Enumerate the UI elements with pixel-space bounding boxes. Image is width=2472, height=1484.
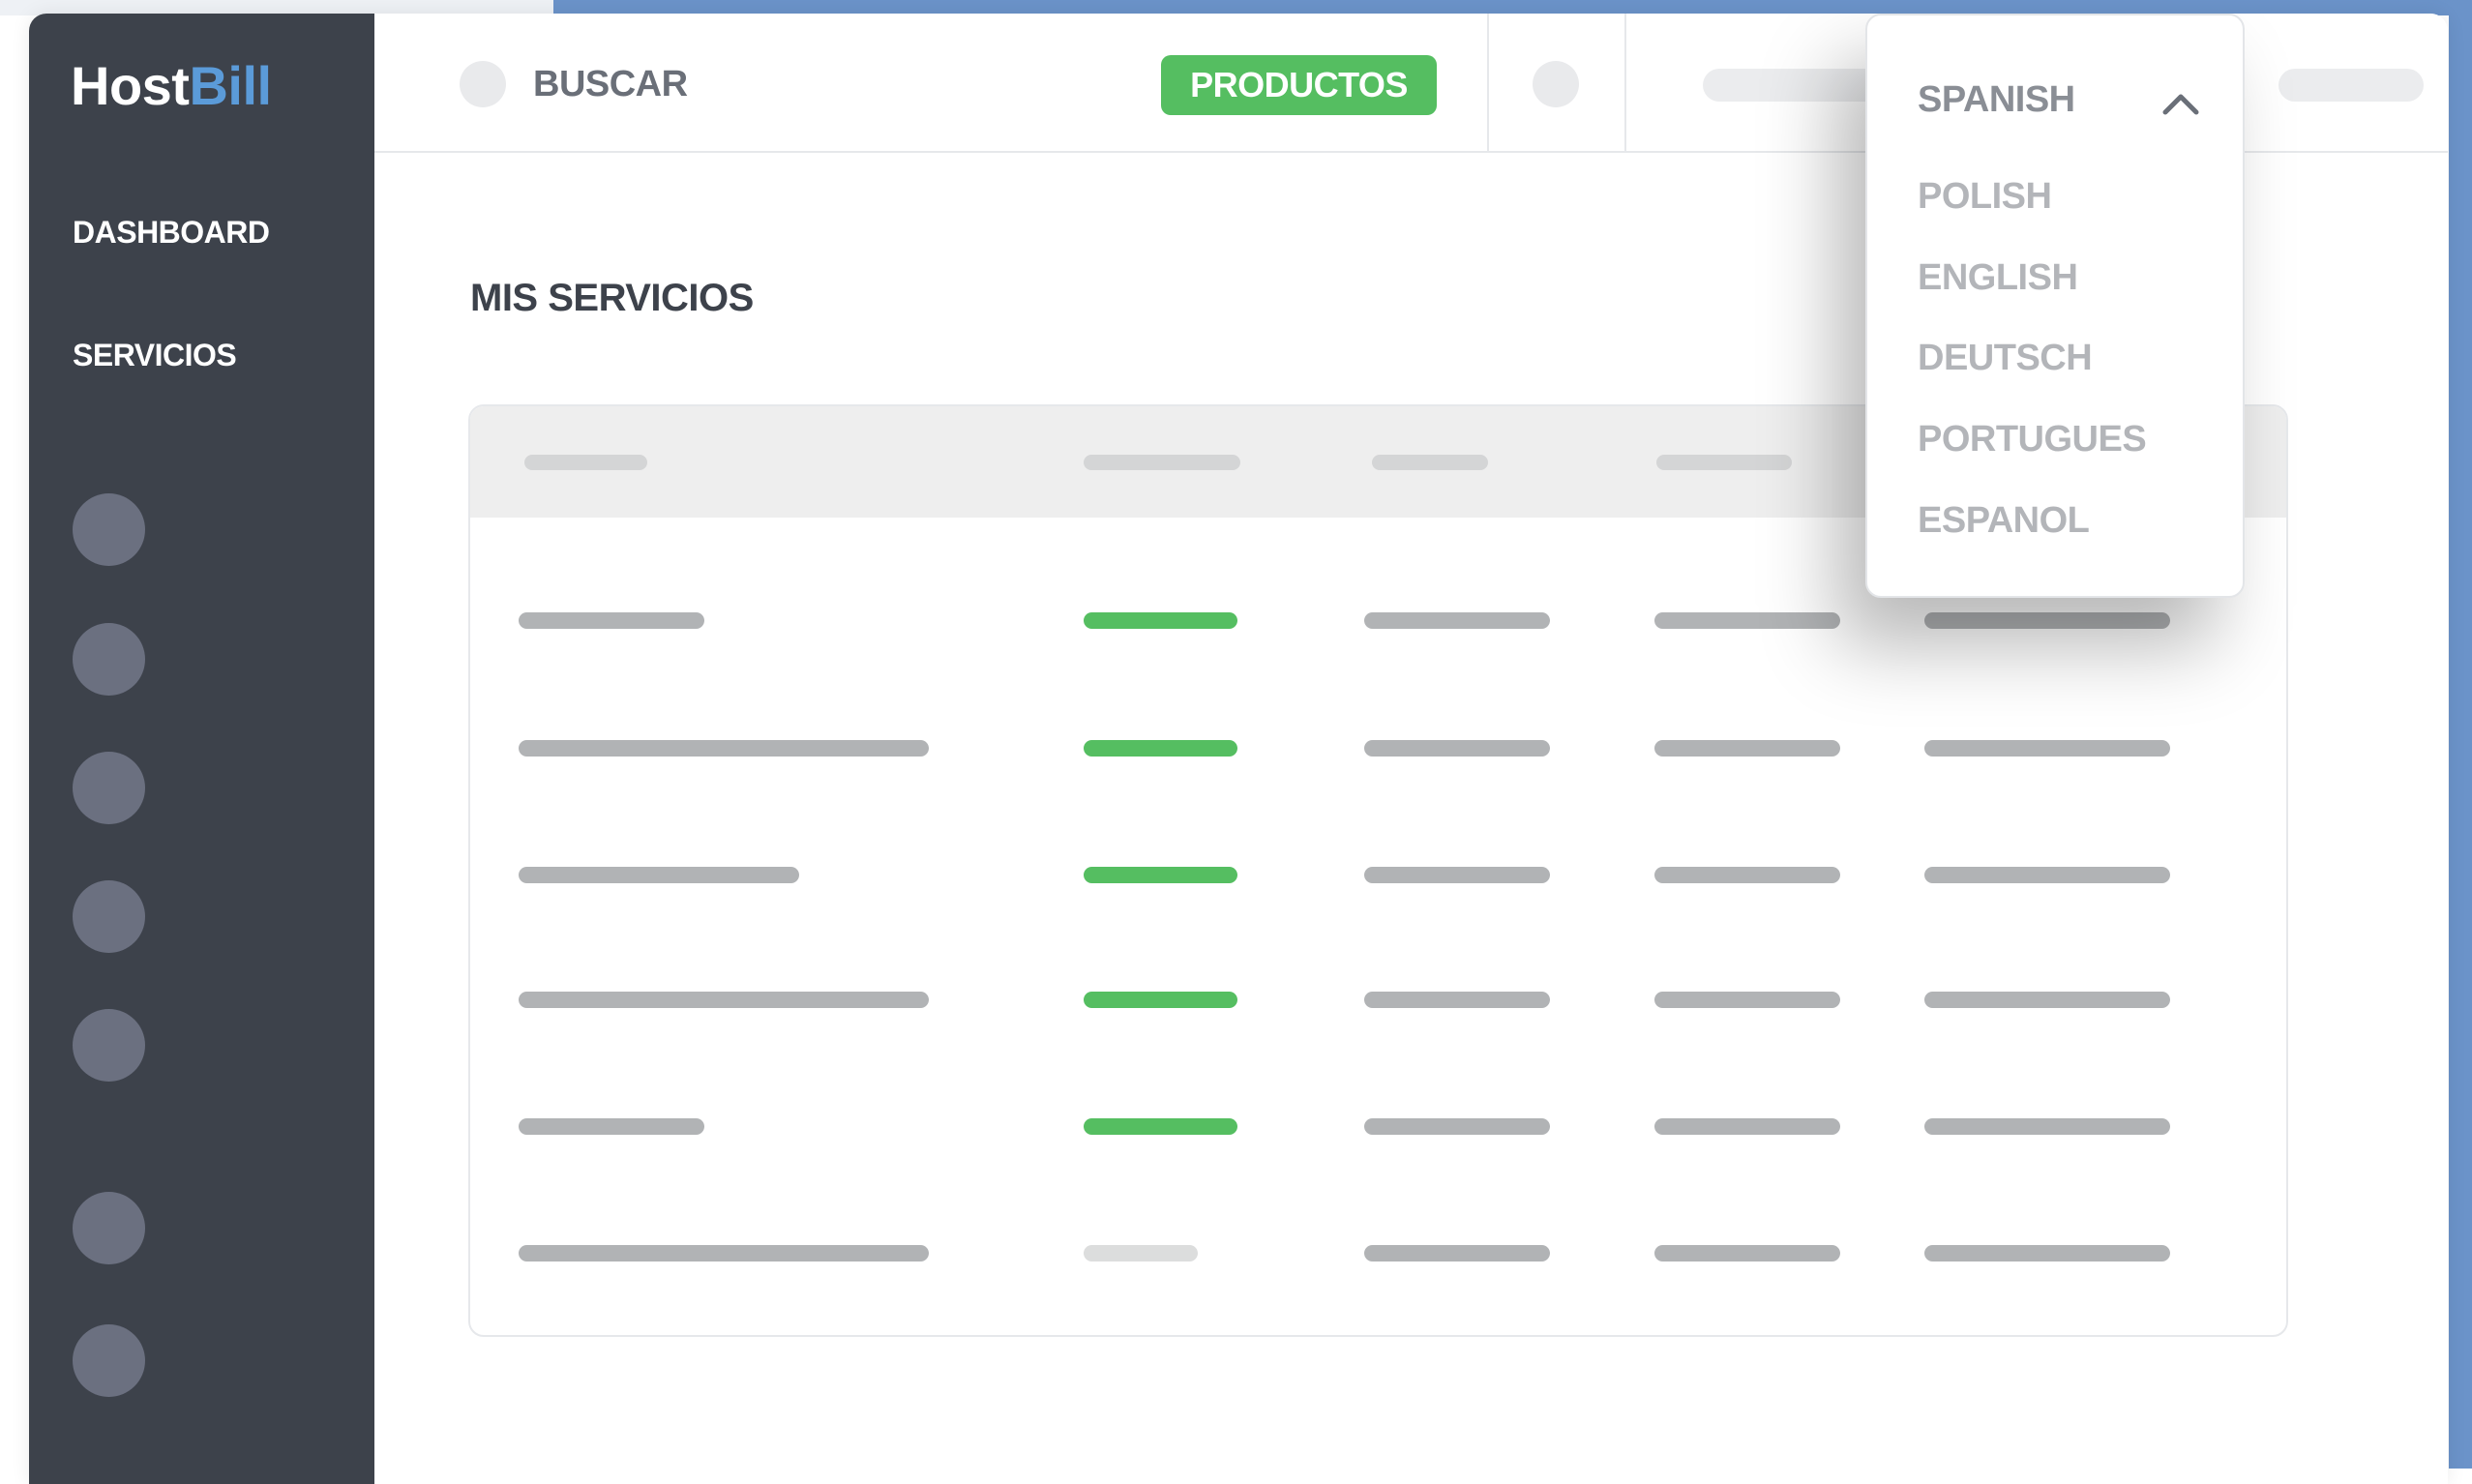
search-label[interactable]: BUSCAR xyxy=(533,64,688,105)
status-badge xyxy=(1084,1118,1237,1135)
notification-icon[interactable] xyxy=(1533,61,1579,107)
service-name-cell xyxy=(519,1118,704,1135)
table-cell xyxy=(1364,612,1550,629)
language-option-polish[interactable]: POLISH xyxy=(1918,176,2052,218)
language-selected[interactable]: SPANISH xyxy=(1918,79,2075,121)
sidebar-nav-icon[interactable] xyxy=(73,880,145,953)
status-badge xyxy=(1084,612,1237,629)
table-cell xyxy=(1364,867,1550,883)
app-window: HostBill DASHBOARD SERVICIOS BUSCAR PROD… xyxy=(29,14,2448,1484)
table-cell xyxy=(1364,992,1550,1008)
sidebar-nav-icon[interactable] xyxy=(73,623,145,696)
table-cell xyxy=(1924,1245,2170,1261)
header-divider xyxy=(1487,14,1489,151)
sidebar: HostBill DASHBOARD SERVICIOS xyxy=(29,14,374,1484)
table-cell xyxy=(1924,1118,2170,1135)
user-menu-placeholder[interactable] xyxy=(2278,69,2424,102)
language-option-deutsch[interactable]: DEUTSCH xyxy=(1918,338,2093,379)
status-badge xyxy=(1084,740,1237,757)
page-title: MIS SERVICIOS xyxy=(470,277,754,319)
search-icon[interactable] xyxy=(460,61,506,107)
language-option-espanol[interactable]: ESPANOL xyxy=(1918,500,2090,542)
column-header[interactable] xyxy=(1656,455,1792,470)
productos-button[interactable]: PRODUCTOS xyxy=(1161,55,1437,115)
logo-text-bill: Bill xyxy=(189,55,272,116)
sidebar-item-dashboard[interactable]: DASHBOARD xyxy=(73,215,270,251)
table-cell xyxy=(1654,1118,1840,1135)
table-cell xyxy=(1924,867,2170,883)
table-cell xyxy=(1364,740,1550,757)
header-divider xyxy=(1624,14,1626,151)
service-name-cell xyxy=(519,1245,929,1261)
table-cell xyxy=(1924,992,2170,1008)
service-name-cell xyxy=(519,867,799,883)
table-cell xyxy=(1654,612,1840,629)
column-header[interactable] xyxy=(1372,455,1488,470)
service-name-cell xyxy=(519,740,929,757)
status-badge xyxy=(1084,867,1237,883)
sidebar-nav-icon[interactable] xyxy=(73,752,145,824)
sidebar-item-servicios[interactable]: SERVICIOS xyxy=(73,338,237,373)
table-cell xyxy=(1654,1245,1840,1261)
table-cell xyxy=(1924,740,2170,757)
status-badge xyxy=(1084,992,1237,1008)
status-badge xyxy=(1084,1245,1198,1261)
table-cell xyxy=(1654,867,1840,883)
table-cell xyxy=(1654,740,1840,757)
sidebar-nav-icon[interactable] xyxy=(73,1324,145,1397)
sidebar-nav-icon[interactable] xyxy=(73,493,145,566)
sidebar-nav-icon[interactable] xyxy=(73,1009,145,1082)
logo-text-host: Host xyxy=(71,55,190,116)
table-cell xyxy=(1364,1118,1550,1135)
table-cell xyxy=(1654,992,1840,1008)
service-name-cell xyxy=(519,612,704,629)
header-placeholder-item[interactable] xyxy=(1703,69,1887,102)
service-name-cell xyxy=(519,992,929,1008)
column-header[interactable] xyxy=(1084,455,1240,470)
column-header[interactable] xyxy=(524,455,647,470)
table-cell xyxy=(1924,612,2170,629)
chevron-up-icon[interactable] xyxy=(2161,85,2200,124)
sidebar-nav-icon[interactable] xyxy=(73,1192,145,1264)
language-option-portugues[interactable]: PORTUGUES xyxy=(1918,419,2147,460)
language-option-english[interactable]: ENGLISH xyxy=(1918,257,2078,299)
table-cell xyxy=(1364,1245,1550,1261)
language-dropdown[interactable]: SPANISH POLISH ENGLISH DEUTSCH PORTUGUES… xyxy=(1865,14,2245,598)
hostbill-logo[interactable]: HostBill xyxy=(71,54,272,117)
